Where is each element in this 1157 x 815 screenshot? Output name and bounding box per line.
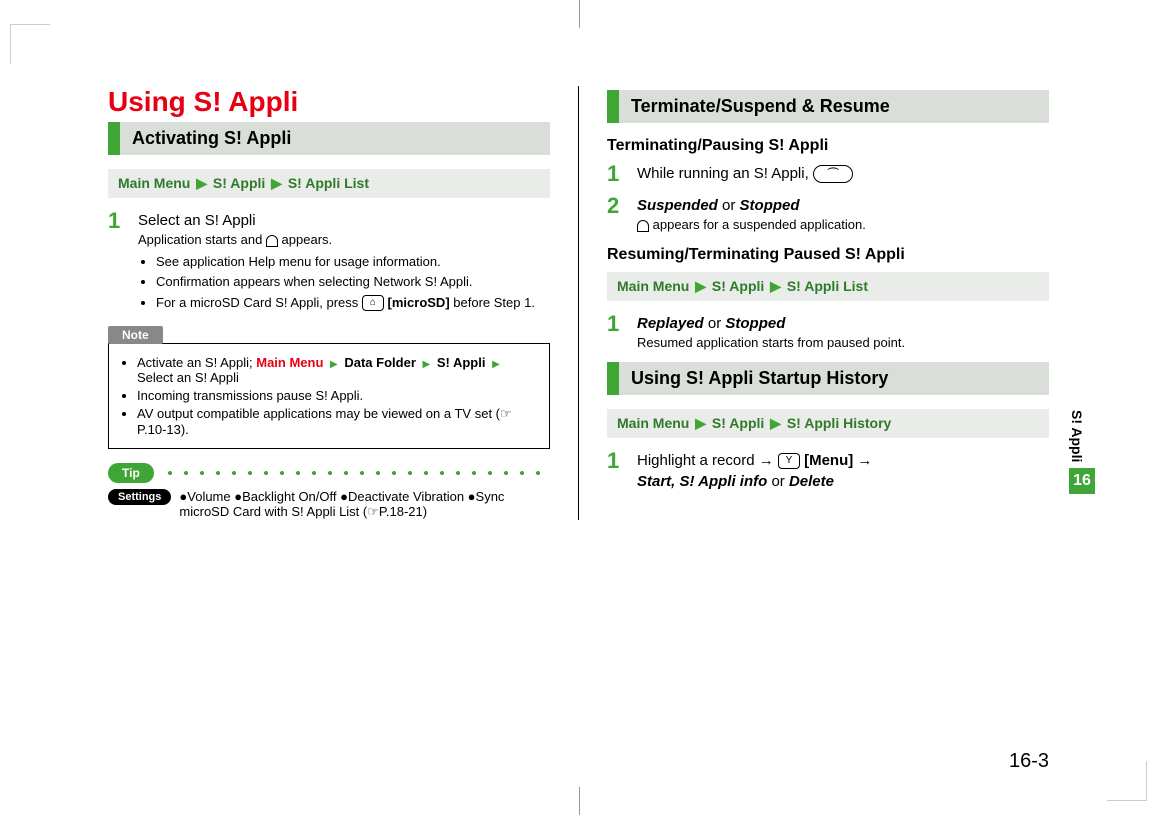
nav-item: Main Menu [617, 415, 689, 431]
app-icon [637, 220, 649, 232]
text: While running an S! Appli, [637, 165, 809, 182]
settings-row: Settings ●Volume ●Backlight On/Off ●Deac… [108, 489, 550, 520]
text: Highlight a record → [637, 452, 778, 469]
text: S! Appli [437, 355, 486, 370]
list-item: Activate an S! Appli; Main Menu Data Fol… [137, 355, 539, 385]
step-1b: 1 Replayed or Stopped Resumed applicatio… [607, 313, 1049, 352]
step-1: 1 While running an S! Appli, ⏜ [607, 163, 1049, 185]
breadcrumb: Main Menu ▶ S! Appli ▶ S! Appli List [108, 169, 550, 198]
sub-heading: Resuming/Terminating Paused S! Appli [607, 246, 1049, 264]
text: Activate an S! Appli; [137, 355, 256, 370]
breadcrumb: Main Menu ▶ S! Appli ▶ S! Appli History [607, 409, 1049, 438]
list-item: Incoming transmissions pause S! Appli. [137, 388, 539, 403]
sub-heading: Terminating/Pausing S! Appli [607, 137, 1049, 155]
step-1: 1 Select an S! Appli Application starts … [108, 210, 550, 316]
app-icon [266, 235, 278, 247]
chevron-right-icon [489, 355, 503, 370]
text: Application starts and [138, 232, 262, 247]
page-number: 16-3 [1009, 750, 1049, 773]
step-subtext: Resumed application starts from paused p… [637, 334, 1049, 352]
text: Data Folder [344, 355, 416, 370]
step-number: 2 [607, 195, 625, 234]
chevron-right-icon: ▶ [695, 278, 706, 294]
section-heading: Activating S! Appli [108, 122, 550, 155]
thumb-tab: S! Appli 16 [1069, 410, 1095, 494]
nav-item: S! Appli History [787, 415, 892, 431]
breadcrumb: Main Menu ▶ S! Appli ▶ S! Appli List [607, 272, 1049, 301]
step-number: 1 [108, 210, 126, 316]
page-title: Using S! Appli [108, 86, 550, 118]
crop-mark [1107, 761, 1147, 801]
crop-mark [10, 24, 50, 64]
settings-label: Settings [108, 489, 171, 505]
nav-item: Main Menu [118, 175, 190, 191]
dotted-rule [162, 471, 550, 475]
text: or [722, 197, 740, 214]
text: [microSD] [388, 295, 450, 310]
step-text: Select an S! Appli [138, 210, 550, 231]
text: or [708, 315, 726, 332]
step-number: 1 [607, 313, 625, 352]
nav-item: Main Menu [617, 278, 689, 294]
text: Start, S! Appli info [637, 473, 767, 490]
section-heading: Terminate/Suspend & Resume [607, 90, 1049, 123]
step-1c: 1 Highlight a record → Y [Menu] → Start,… [607, 450, 1049, 492]
step-2: 2 Suspended or Stopped appears for a sus… [607, 195, 1049, 234]
text: → [857, 452, 872, 469]
step-subtext: appears for a suspended application. [637, 216, 1049, 234]
list-item: Confirmation appears when selecting Netw… [156, 273, 550, 291]
left-column: Using S! Appli Activating S! Appli Main … [108, 86, 550, 520]
list-item: See application Help menu for usage info… [156, 253, 550, 271]
text: before Step 1. [453, 295, 535, 310]
note-label: Note [108, 326, 163, 344]
list-item: AV output compatible applications may be… [137, 406, 539, 437]
chevron-right-icon: ▶ [196, 175, 207, 191]
text: appears. [282, 232, 333, 247]
text: For a microSD Card S! Appli, press [156, 295, 362, 310]
list-item: For a microSD Card S! Appli, press ⌂ [mi… [156, 294, 550, 312]
bullet-list: See application Help menu for usage info… [138, 253, 550, 312]
nav-item: S! Appli [213, 175, 265, 191]
nav-item: S! Appli [712, 415, 764, 431]
step-number: 1 [607, 163, 625, 185]
text: Replayed [637, 315, 704, 332]
text: Suspended [637, 197, 718, 214]
section-heading: Using S! Appli Startup History [607, 362, 1049, 395]
softkey-icon: Y [778, 453, 800, 469]
step-subtext: Application starts and appears. [138, 231, 550, 249]
thumb-number: 16 [1069, 468, 1095, 494]
chevron-right-icon: ▶ [695, 415, 706, 431]
column-divider [578, 86, 579, 520]
chevron-right-icon [420, 355, 434, 370]
text: [Menu] [804, 452, 853, 469]
text: Stopped [740, 197, 800, 214]
register-mark [579, 787, 580, 815]
end-key-icon: ⏜ [813, 165, 853, 183]
nav-item: S! Appli [712, 278, 764, 294]
text: Select an S! Appli [137, 370, 239, 385]
nav-item: S! Appli List [787, 278, 868, 294]
nav-item: S! Appli List [288, 175, 369, 191]
thumb-label: S! Appli [1069, 410, 1085, 462]
text: Stopped [725, 315, 785, 332]
text: Main Menu [256, 355, 323, 370]
step-number: 1 [607, 450, 625, 492]
chevron-right-icon: ▶ [271, 175, 282, 191]
note-block: Note Activate an S! Appli; Main Menu Dat… [108, 326, 550, 449]
right-column: Terminate/Suspend & Resume Terminating/P… [607, 86, 1049, 520]
settings-text: ●Volume ●Backlight On/Off ●Deactivate Vi… [179, 489, 550, 520]
text: appears for a suspended application. [653, 217, 866, 232]
chevron-right-icon: ▶ [770, 415, 781, 431]
key-icon: ⌂ [362, 295, 384, 311]
chevron-right-icon: ▶ [770, 278, 781, 294]
tip-label: Tip [108, 463, 154, 483]
text: Delete [789, 473, 834, 490]
chevron-right-icon [327, 355, 341, 370]
note-box: Activate an S! Appli; Main Menu Data Fol… [108, 343, 550, 449]
text: or [771, 473, 789, 490]
tip-row: Tip [108, 463, 550, 483]
register-mark [579, 0, 580, 28]
